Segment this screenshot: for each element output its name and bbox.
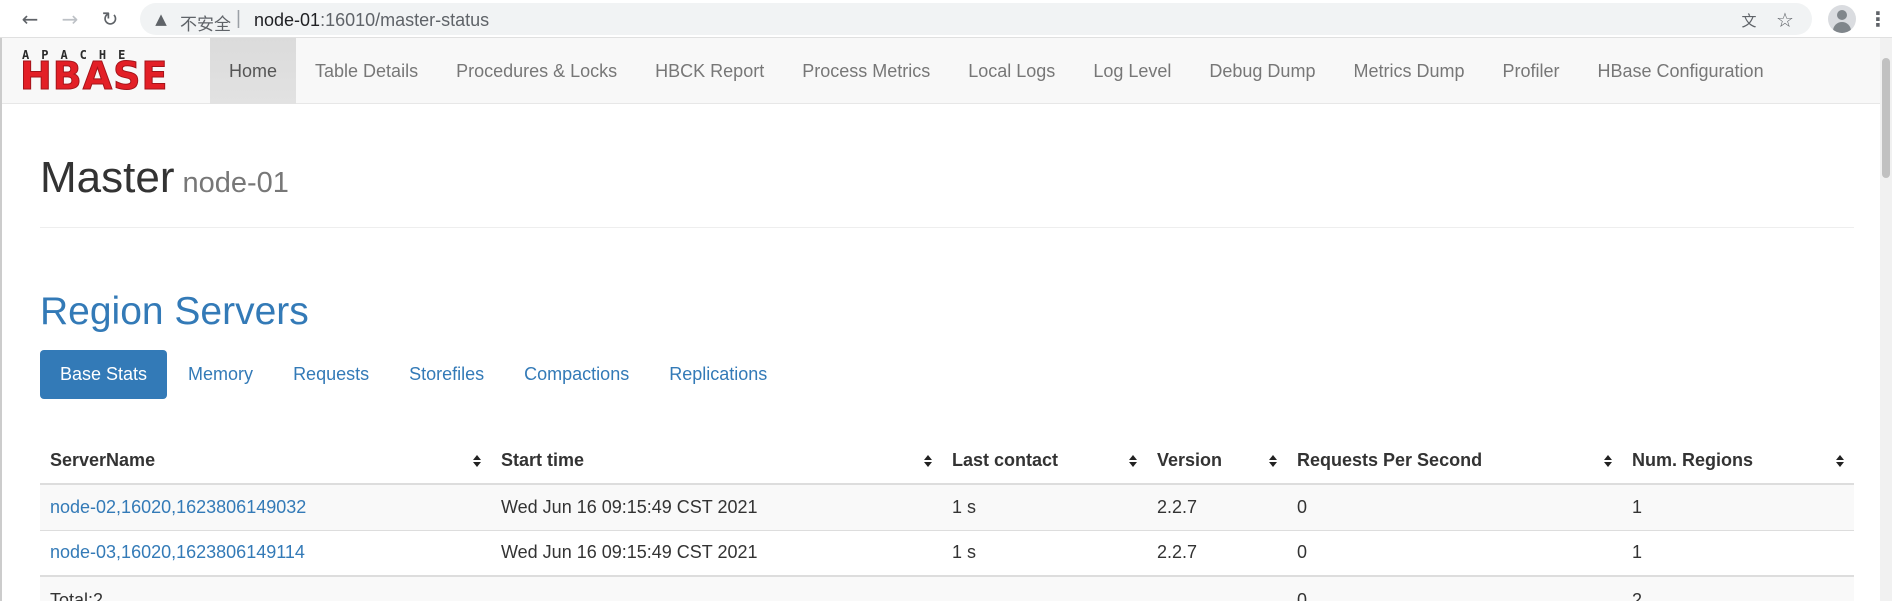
column-header-label: ServerName	[50, 450, 156, 470]
sort-icon[interactable]	[924, 453, 932, 469]
page-viewport: APACHE HBASE Home Table Details Procedur…	[0, 38, 1892, 601]
column-header-version[interactable]: Version	[1147, 438, 1287, 485]
sort-icon[interactable]	[1836, 453, 1844, 469]
tab-requests[interactable]: Requests	[274, 350, 388, 399]
nav-home[interactable]: Home	[210, 38, 297, 104]
region-servers-table: ServerName Start time Last contact Versi…	[40, 438, 1854, 601]
cell-empty	[1147, 575, 1287, 601]
nav-profiler[interactable]: Profiler	[1483, 38, 1578, 104]
tab-memory[interactable]: Memory	[169, 350, 272, 399]
page-title-text: Master	[40, 153, 175, 202]
sort-icon[interactable]	[1129, 453, 1137, 469]
table-total-row: Total:2 0 2	[40, 575, 1854, 601]
cell-servername: node-02,16020,1623806149032	[40, 483, 491, 530]
cell-version: 2.2.7	[1147, 529, 1287, 576]
tab-base-stats[interactable]: Base Stats	[40, 350, 168, 399]
back-arrow-icon[interactable]: ←	[16, 5, 44, 33]
main-nav: Home Table Details Procedures & Locks HB…	[210, 38, 1783, 104]
hbase-logo[interactable]: APACHE HBASE	[20, 48, 192, 98]
address-separator: |	[236, 8, 241, 29]
bookmark-star-icon[interactable]: ☆	[1774, 8, 1796, 32]
url-path: :16010/master-status	[320, 10, 490, 30]
page-subtitle: node-01	[182, 167, 289, 199]
cell-total-requests-per-second: 0	[1287, 575, 1622, 601]
cell-start-time: Wed Jun 16 09:15:49 CST 2021	[491, 529, 942, 576]
reload-icon[interactable]: ↻	[96, 5, 124, 33]
nav-table-details[interactable]: Table Details	[296, 38, 437, 104]
table-row: node-03,16020,1623806149114 Wed Jun 16 0…	[40, 529, 1854, 576]
column-header-label: Last contact	[952, 450, 1059, 470]
cell-empty	[942, 575, 1147, 601]
page-header: Master node-01	[40, 150, 1854, 228]
url-text[interactable]: node-01:16010/master-status	[254, 10, 489, 31]
tab-storefiles[interactable]: Storefiles	[390, 350, 503, 399]
profile-avatar-icon[interactable]	[1828, 5, 1856, 33]
nav-debug-dump[interactable]: Debug Dump	[1190, 38, 1334, 104]
cell-last-contact: 1 s	[942, 483, 1147, 530]
cell-num-regions: 1	[1622, 529, 1854, 576]
column-header-start-time[interactable]: Start time	[491, 438, 942, 485]
table-row: node-02,16020,1623806149032 Wed Jun 16 0…	[40, 483, 1854, 530]
cell-servername: node-03,16020,1623806149114	[40, 529, 491, 576]
nav-process-metrics[interactable]: Process Metrics	[783, 38, 949, 104]
url-host: node-01	[254, 10, 321, 30]
region-servers-tabs: Base Stats Memory Requests Storefiles Co…	[40, 350, 788, 399]
hbase-navbar: APACHE HBASE Home Table Details Procedur…	[2, 38, 1880, 104]
cell-last-contact: 1 s	[942, 529, 1147, 576]
nav-hbase-configuration[interactable]: HBase Configuration	[1578, 38, 1782, 104]
security-label: 不安全	[180, 15, 231, 35]
sort-icon[interactable]	[473, 453, 481, 469]
cell-requests-per-second: 0	[1287, 529, 1622, 576]
logo-hbase-text: HBASE	[20, 54, 169, 98]
column-header-label: Version	[1157, 450, 1223, 470]
tab-compactions[interactable]: Compactions	[505, 350, 648, 399]
cell-requests-per-second: 0	[1287, 483, 1622, 530]
cell-empty	[491, 575, 942, 601]
table-header-row: ServerName Start time Last contact Versi…	[40, 438, 1854, 485]
not-secure-warning-icon[interactable]: ▲	[152, 10, 170, 28]
column-header-label: Requests Per Second	[1297, 450, 1483, 470]
nav-procedures-locks[interactable]: Procedures & Locks	[437, 38, 636, 104]
server-link[interactable]: node-03,16020,1623806149114	[50, 542, 305, 562]
scrollbar-thumb[interactable]	[1882, 58, 1890, 178]
avatar-head	[1837, 10, 1847, 20]
column-header-label: Start time	[501, 450, 585, 470]
region-servers-heading: Region Servers	[40, 290, 309, 333]
page-scrollbar[interactable]	[1880, 38, 1892, 601]
browser-toolbar: ← → ↻ ▲ 不安全 | node-01:16010/master-statu…	[0, 0, 1892, 38]
sort-icon[interactable]	[1604, 453, 1612, 469]
address-bar[interactable]: ▲ 不安全 | node-01:16010/master-status 文 ☆	[140, 3, 1812, 35]
column-header-last-contact[interactable]: Last contact	[942, 438, 1147, 485]
cell-total-num-regions: 2	[1622, 575, 1854, 601]
sort-icon[interactable]	[1269, 453, 1277, 469]
translate-icon[interactable]: 文	[1738, 9, 1760, 31]
browser-menu-icon[interactable]: ⋮	[1868, 5, 1888, 33]
cell-num-regions: 1	[1622, 483, 1854, 530]
avatar-body	[1833, 22, 1851, 33]
column-header-label: Num. Regions	[1632, 450, 1754, 470]
forward-arrow-icon[interactable]: →	[56, 5, 84, 33]
column-header-num-regions[interactable]: Num. Regions	[1622, 438, 1854, 485]
nav-hbck-report[interactable]: HBCK Report	[636, 38, 783, 104]
cell-total-label: Total:2	[40, 575, 491, 601]
column-header-servername[interactable]: ServerName	[40, 438, 491, 485]
nav-local-logs[interactable]: Local Logs	[949, 38, 1074, 104]
cell-version: 2.2.7	[1147, 483, 1287, 530]
tab-replications[interactable]: Replications	[650, 350, 786, 399]
cell-start-time: Wed Jun 16 09:15:49 CST 2021	[491, 483, 942, 530]
column-header-requests-per-second[interactable]: Requests Per Second	[1287, 438, 1622, 485]
nav-metrics-dump[interactable]: Metrics Dump	[1334, 38, 1483, 104]
server-link[interactable]: node-02,16020,1623806149032	[50, 497, 306, 517]
page-title: Master node-01	[40, 150, 1854, 211]
nav-log-level[interactable]: Log Level	[1074, 38, 1190, 104]
